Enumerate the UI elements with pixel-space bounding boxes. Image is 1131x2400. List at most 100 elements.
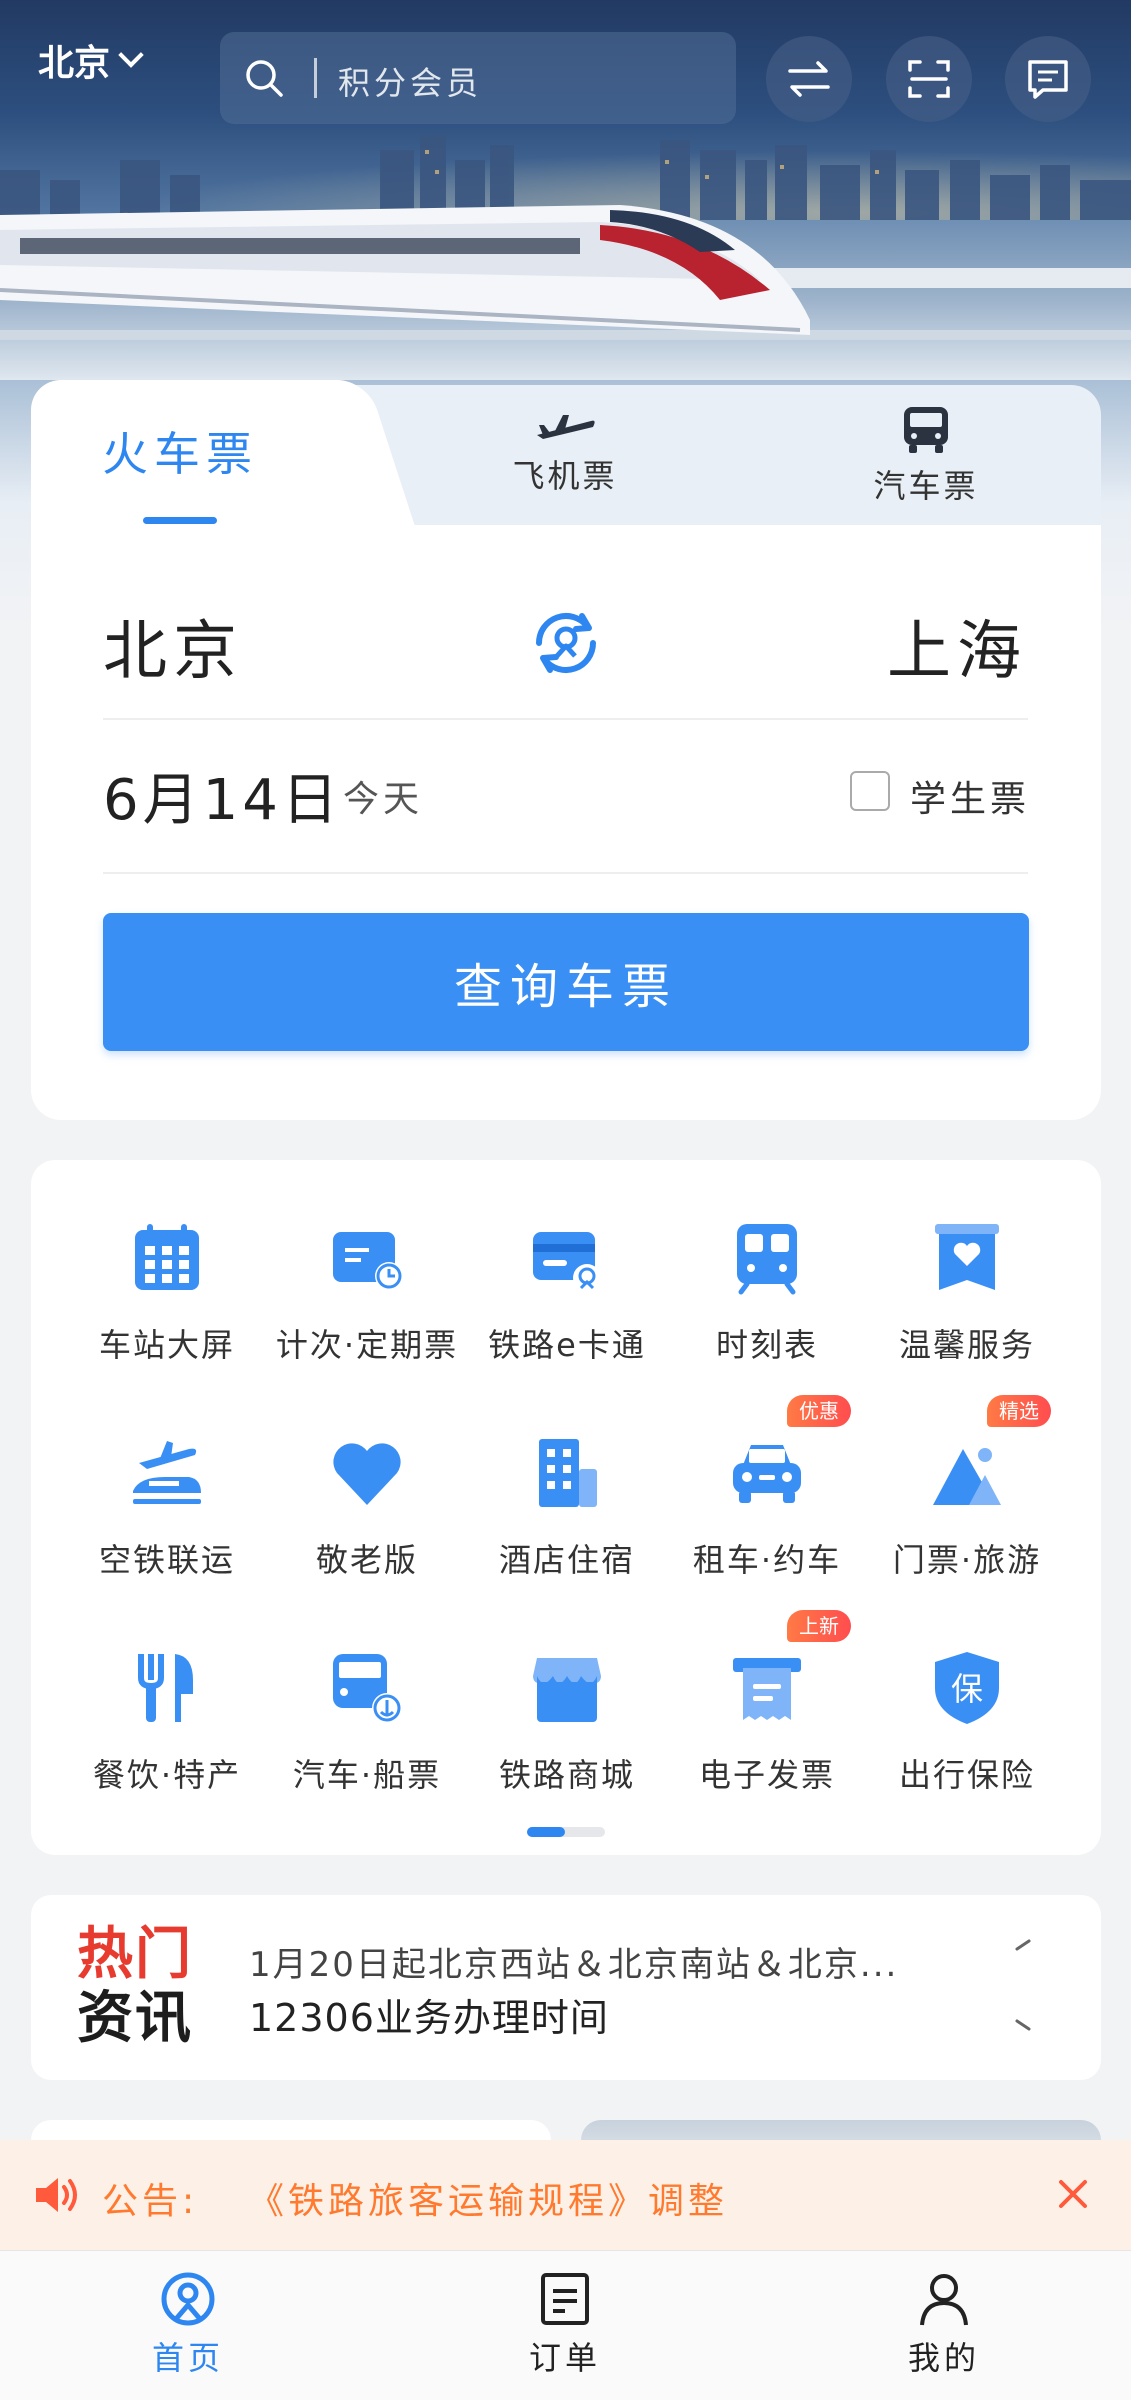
shield-insurance-icon: 保 xyxy=(935,1652,999,1724)
service-label: 铁路商城 xyxy=(498,1756,635,1794)
service-label: 出行保险 xyxy=(898,1756,1035,1794)
promo-badge: 优惠 xyxy=(787,1395,851,1427)
student-ticket-checkbox[interactable] xyxy=(850,771,890,811)
tab-flight-label: 飞机票 xyxy=(512,457,618,495)
ticket-clock-icon xyxy=(333,1232,403,1290)
tab-bus-ticket[interactable]: 汽车票 xyxy=(826,405,1026,507)
swap-arrows-icon xyxy=(788,61,830,97)
nav-home[interactable]: 首页 xyxy=(108,2271,268,2379)
invoice-icon xyxy=(733,1658,801,1720)
service-elderly-mode[interactable]: 敬老版 xyxy=(267,1435,467,1605)
railway-logo-icon xyxy=(161,2272,215,2326)
hot-news-title-line2: 资讯 xyxy=(77,1986,193,2051)
announcement-text[interactable]: 《铁路旅客运输规程》调整 xyxy=(248,2172,728,2224)
train-front-icon xyxy=(737,1224,797,1295)
fork-knife-icon xyxy=(138,1654,193,1722)
service-hotel[interactable]: 酒店住宿 xyxy=(467,1435,667,1605)
speaker-icon xyxy=(36,2178,77,2212)
top-bar: 北京 积分会员 xyxy=(0,28,1131,128)
service-travel-insurance[interactable]: 保 出行保险 xyxy=(867,1650,1067,1820)
nav-home-label: 首页 xyxy=(151,2339,224,2377)
service-label: 计次·定期票 xyxy=(275,1326,459,1364)
service-rail-ecard[interactable]: 铁路e卡通 xyxy=(467,1220,667,1390)
service-warm-service[interactable]: 温馨服务 xyxy=(867,1220,1067,1390)
railway-card-icon xyxy=(533,1232,601,1292)
scan-button[interactable] xyxy=(886,36,972,122)
divider xyxy=(103,718,1028,720)
service-label: 温馨服务 xyxy=(898,1326,1035,1364)
news-headline-1[interactable]: 1月20日起北京西站＆北京南站＆北京... xyxy=(249,1937,898,1986)
hotel-icon xyxy=(539,1439,597,1507)
travel-date[interactable]: 6月14日 xyxy=(103,755,342,836)
nav-orders[interactable]: 订单 xyxy=(485,2271,645,2379)
heart-box-icon xyxy=(935,1224,999,1290)
tab-train-ticket[interactable]: 火车票 xyxy=(60,418,300,484)
page-indicator-active xyxy=(527,1827,565,1837)
service-label: 敬老版 xyxy=(315,1541,418,1579)
service-car-rental[interactable]: 优惠 租车·约车 xyxy=(667,1395,867,1605)
store-icon xyxy=(533,1658,601,1722)
service-rail-mall[interactable]: 铁路商城 xyxy=(467,1650,667,1820)
news-headline-2[interactable]: 12306业务办理时间 xyxy=(249,1987,609,2042)
calendar-grid-icon xyxy=(135,1224,199,1290)
service-label: 租车·约车 xyxy=(692,1541,842,1579)
heart-icon xyxy=(333,1443,401,1505)
insurance-glyph: 保 xyxy=(951,1670,983,1708)
featured-badge: 精选 xyxy=(987,1395,1051,1427)
plane-train-icon xyxy=(133,1441,201,1504)
news-scroll-arrows-icon xyxy=(1015,1939,1031,2031)
service-tickets-travel[interactable]: 精选 门票·旅游 xyxy=(867,1395,1067,1605)
car-icon xyxy=(733,1445,801,1503)
mountain-icon xyxy=(933,1448,1001,1505)
nav-orders-label: 订单 xyxy=(528,2339,601,2377)
tab-flight-ticket[interactable]: 飞机票 xyxy=(465,405,665,497)
airplane-icon xyxy=(537,415,595,439)
order-list-icon xyxy=(541,2273,589,2325)
hot-news-title: 热门 资讯 xyxy=(77,1923,197,2051)
chevron-down-icon xyxy=(118,42,144,68)
bus-anchor-icon xyxy=(333,1654,402,1723)
service-label: 电子发票 xyxy=(698,1756,835,1794)
service-label: 时刻表 xyxy=(715,1326,818,1364)
service-bus-ship[interactable]: 汽车·船票 xyxy=(267,1650,467,1820)
bus-icon xyxy=(904,407,948,453)
city-label: 北京 xyxy=(38,43,111,84)
search-icon xyxy=(246,60,283,97)
hot-news-card[interactable]: 热门 资讯 1月20日起北京西站＆北京南站＆北京... 12306业务办理时间 xyxy=(31,1895,1101,2080)
divider xyxy=(103,872,1028,874)
hot-news-title-line1: 热门 xyxy=(77,1922,193,1987)
bottom-navigation: 首页 订单 我的 xyxy=(0,2250,1131,2400)
scan-icon xyxy=(908,60,950,98)
service-station-screen[interactable]: 车站大屏 xyxy=(67,1220,267,1390)
nav-profile[interactable]: 我的 xyxy=(864,2271,1024,2379)
departure-station[interactable]: 北京 xyxy=(103,600,243,692)
search-placeholder: 积分会员 xyxy=(338,64,483,102)
arrival-station[interactable]: 上海 xyxy=(887,600,1027,692)
student-ticket-label[interactable]: 学生票 xyxy=(910,770,1030,822)
grid-page-indicator xyxy=(527,1827,605,1837)
swap-stations-icon[interactable] xyxy=(527,604,605,682)
new-badge: 上新 xyxy=(787,1610,851,1642)
switch-button[interactable] xyxy=(766,36,852,122)
search-divider xyxy=(314,58,317,98)
search-bar[interactable]: 积分会员 xyxy=(220,32,736,124)
announcement-bar[interactable]: 公告: 《铁路旅客运输规程》调整 xyxy=(0,2140,1131,2250)
tab-active-indicator xyxy=(143,517,217,524)
service-label: 空铁联运 xyxy=(98,1541,235,1579)
service-air-rail[interactable]: 空铁联运 xyxy=(67,1435,267,1605)
service-label: 铁路e卡通 xyxy=(488,1326,646,1364)
announcement-prefix: 公告: xyxy=(102,2181,199,2222)
services-grid: 车站大屏 计次·定期票 铁路e卡通 时刻表 温馨服务 空铁联运 敬老版 酒店住宿… xyxy=(31,1160,1101,1855)
service-label: 酒店住宿 xyxy=(498,1541,635,1579)
date-note: 今天 xyxy=(343,779,424,820)
service-label: 车站大屏 xyxy=(98,1326,235,1364)
service-periodic-ticket[interactable]: 计次·定期票 xyxy=(267,1220,467,1390)
close-icon[interactable] xyxy=(1055,2176,1091,2212)
service-e-invoice[interactable]: 上新 电子发票 xyxy=(667,1610,867,1820)
message-button[interactable] xyxy=(1005,36,1091,122)
query-tickets-button[interactable]: 查询车票 xyxy=(103,913,1029,1051)
service-food[interactable]: 餐饮·特产 xyxy=(67,1650,267,1820)
service-label: 门票·旅游 xyxy=(892,1541,1042,1579)
city-selector[interactable]: 北京 xyxy=(38,34,144,86)
service-timetable[interactable]: 时刻表 xyxy=(667,1220,867,1390)
